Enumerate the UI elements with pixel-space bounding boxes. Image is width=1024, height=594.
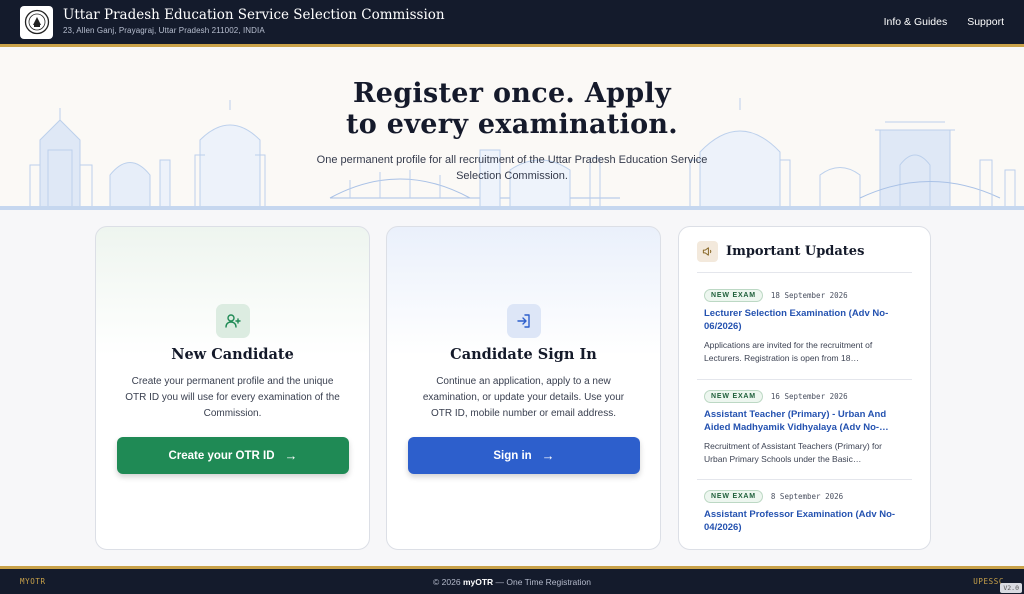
update-item[interactable]: NEW EXAM 16 September 2026 Assistant Tea… [704, 390, 904, 466]
sign-in-button[interactable]: Sign in → [408, 437, 640, 474]
version-badge: V2.0 [1000, 583, 1022, 593]
emblem-icon[interactable] [20, 5, 53, 39]
update-title-link[interactable]: Lecturer Selection Examination (Adv No-0… [704, 307, 904, 333]
update-item[interactable]: NEW EXAM 8 September 2026 Assistant Prof… [704, 490, 904, 534]
update-date: 8 September 2026 [770, 492, 844, 501]
site-title[interactable]: Uttar Pradesh Education Service Selectio… [63, 7, 445, 24]
new-candidate-title: New Candidate [171, 346, 294, 363]
brand: Uttar Pradesh Education Service Selectio… [63, 7, 445, 37]
new-candidate-card: New Candidate Create your permanent prof… [95, 226, 370, 550]
arrow-right-icon: → [541, 448, 555, 463]
updates-title: Important Updates [726, 244, 865, 259]
update-description: Recruitment of Assistant Teachers (Prima… [704, 441, 882, 464]
important-updates-panel: Important Updates NEW EXAM 18 September … [678, 226, 931, 550]
divider [697, 479, 912, 480]
hero-title-line1: Register once. Apply [353, 78, 671, 109]
update-description: Applications are invited for the recruit… [704, 340, 873, 363]
new-exam-badge: NEW EXAM [704, 289, 763, 302]
megaphone-icon [697, 241, 718, 262]
arrow-right-icon: → [284, 448, 298, 463]
update-item[interactable]: NEW EXAM 18 September 2026 Lecturer Sele… [704, 289, 904, 365]
new-exam-badge: NEW EXAM [704, 390, 763, 403]
sign-in-label: Sign in [493, 449, 532, 462]
footer: MYOTR © 2026 myOTR — One Time Registrati… [0, 566, 1024, 594]
update-date: 18 September 2026 [770, 291, 848, 300]
nav-support[interactable]: Support [967, 16, 1004, 28]
footer-copyright: © 2026 myOTR — One Time Registration [0, 577, 1024, 587]
hero-title: Register once. Apply to every examinatio… [0, 78, 1024, 140]
copyright-prefix: © 2026 [433, 576, 461, 587]
top-bar: Uttar Pradesh Education Service Selectio… [0, 0, 1024, 47]
update-date: 16 September 2026 [770, 392, 848, 401]
new-candidate-description: Create your permanent profile and the un… [125, 376, 340, 419]
copyright-suffix: — One Time Registration [495, 576, 591, 587]
update-title-link[interactable]: Assistant Professor Examination (Adv No-… [704, 508, 904, 534]
create-otr-id-label: Create your OTR ID [168, 449, 275, 462]
user-plus-icon [215, 304, 250, 338]
hero-section: Register once. Apply to every examinatio… [0, 50, 1024, 210]
sign-in-title: Candidate Sign In [450, 346, 597, 363]
update-title-link[interactable]: Assistant Teacher (Primary) - Urban And … [704, 408, 904, 434]
sign-in-icon [506, 304, 541, 338]
sign-in-description: Continue an application, apply to a new … [422, 376, 625, 419]
sign-in-card: Candidate Sign In Continue an applicatio… [386, 226, 661, 550]
divider [697, 272, 912, 273]
new-exam-badge: NEW EXAM [704, 490, 763, 503]
divider [697, 379, 912, 380]
hero-text: Register once. Apply to every examinatio… [0, 78, 1024, 184]
updates-header: Important Updates [697, 241, 864, 262]
nav-info-guides[interactable]: Info & Guides [884, 16, 948, 28]
hero-subtitle: One permanent profile for all recruitmen… [316, 154, 708, 182]
hero-title-line2: to every examination. [345, 109, 679, 140]
create-otr-id-button[interactable]: Create your OTR ID → [117, 437, 349, 474]
site-address: 23, Allen Ganj, Prayagraj, Uttar Pradesh… [63, 26, 265, 35]
copyright-brand: myOTR [462, 576, 494, 587]
top-nav: Info & Guides Support [884, 16, 1004, 28]
